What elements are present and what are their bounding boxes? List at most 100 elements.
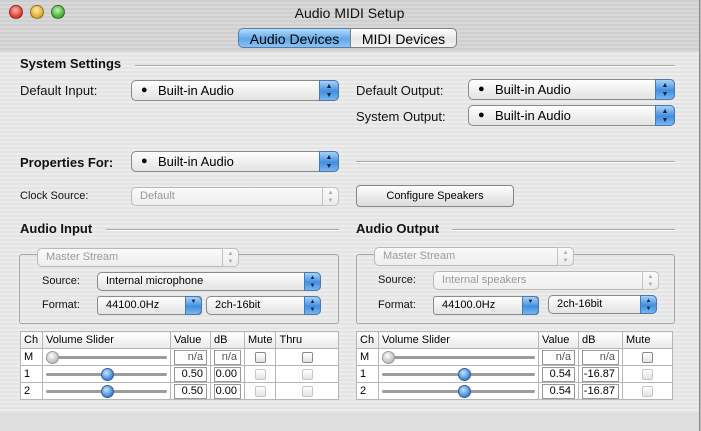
slider-knob[interactable] xyxy=(46,350,59,364)
input-source-popup[interactable]: Internal microphone ▲ ▼ xyxy=(97,272,321,291)
output-volume-table: Ch Volume Slider Value dB Mute Mn/a n/a 1 0… xyxy=(356,331,673,400)
system-settings-heading: System Settings xyxy=(20,56,122,71)
value-field[interactable]: 0.50 xyxy=(174,383,207,399)
mute-cell[interactable] xyxy=(622,382,673,400)
thru-checkbox[interactable] xyxy=(301,368,313,380)
db-field[interactable]: 0.00 xyxy=(214,366,241,382)
output-format-bits-popup[interactable]: 2ch-16bit ▲ ▼ xyxy=(548,295,657,314)
input-volume-table: Ch Volume Slider Value dB Mute Thru Mn/a… xyxy=(20,331,339,400)
db-field[interactable]: 0.00 xyxy=(214,383,241,399)
slider-track[interactable] xyxy=(46,350,167,365)
value-cell[interactable]: 0.54 xyxy=(538,382,579,400)
value-cell[interactable]: 0.54 xyxy=(538,365,579,383)
db-cell[interactable]: n/a xyxy=(210,348,245,366)
input-format-label: Format: xyxy=(42,299,80,311)
db-cell[interactable]: -16.87 xyxy=(578,365,623,383)
output-format-rate-combo[interactable]: 44100.0Hz ▼ xyxy=(433,296,539,315)
mute-checkbox[interactable] xyxy=(254,385,266,397)
mute-checkbox[interactable] xyxy=(642,385,653,397)
value-field[interactable]: 0.54 xyxy=(542,366,575,382)
slider-track[interactable] xyxy=(382,384,535,399)
mute-cell[interactable] xyxy=(243,382,277,400)
table-row: 1 0.54 -16.87 xyxy=(356,365,673,383)
tab-midi-devices[interactable]: MIDI Devices xyxy=(350,28,457,48)
chevron-down-icon: ▼ xyxy=(522,296,539,315)
slider-knob[interactable] xyxy=(458,367,472,381)
output-format-label: Format: xyxy=(378,299,416,311)
clock-source-popup[interactable]: Default ▲ ▼ xyxy=(131,187,339,206)
input-format-rate-value: 44100.0Hz xyxy=(106,299,160,311)
configure-speakers-button[interactable]: Configure Speakers xyxy=(356,185,514,207)
db-field[interactable]: -16.87 xyxy=(582,383,619,399)
properties-for-popup[interactable]: ● Built-in Audio ▲ ▼ xyxy=(131,151,339,172)
thru-cell[interactable] xyxy=(275,382,339,400)
volume-slider[interactable] xyxy=(42,348,171,366)
default-input-popup[interactable]: ● Built-in Audio ▲ ▼ xyxy=(131,80,339,101)
slider-track[interactable] xyxy=(382,350,535,365)
default-input-value: Built-in Audio xyxy=(158,83,234,98)
slider-track[interactable] xyxy=(382,367,535,382)
updown-arrows-icon: ▲ ▼ xyxy=(642,271,659,290)
volume-slider[interactable] xyxy=(378,382,539,400)
volume-slider[interactable] xyxy=(42,382,171,400)
mute-checkbox[interactable] xyxy=(254,351,266,363)
thru-checkbox[interactable] xyxy=(301,385,313,397)
input-format-bits-popup[interactable]: 2ch-16bit ▲ ▼ xyxy=(206,296,321,315)
properties-for-value: Built-in Audio xyxy=(158,154,234,169)
volume-slider[interactable] xyxy=(378,365,539,383)
thru-cell[interactable] xyxy=(275,348,339,366)
updown-arrows-icon: ▲ ▼ xyxy=(640,295,657,314)
value-field[interactable]: n/a xyxy=(542,349,575,365)
slider-knob[interactable] xyxy=(100,367,114,381)
table-header-row: Ch Volume Slider Value dB Mute xyxy=(356,331,673,349)
system-output-popup[interactable]: ● Built-in Audio ▲ ▼ xyxy=(468,105,675,126)
db-cell[interactable]: n/a xyxy=(578,348,623,366)
slider-knob[interactable] xyxy=(100,384,114,398)
db-cell[interactable]: 0.00 xyxy=(210,382,245,400)
mute-cell[interactable] xyxy=(243,365,277,383)
slider-track[interactable] xyxy=(46,384,167,399)
output-rows: Mn/a n/a 1 0.54 -16.87 2 0.54 -16.87 xyxy=(356,348,673,400)
input-format-rate-combo[interactable]: 44100.0Hz ▼ xyxy=(97,296,202,315)
mute-cell[interactable] xyxy=(243,348,277,366)
slider-track[interactable] xyxy=(46,367,167,382)
channel-label: M xyxy=(356,348,379,366)
value-cell[interactable]: n/a xyxy=(170,348,211,366)
db-field[interactable]: n/a xyxy=(214,349,241,365)
tab-audio-devices[interactable]: Audio Devices xyxy=(238,28,351,48)
mute-cell[interactable] xyxy=(622,348,673,366)
value-cell[interactable]: 0.50 xyxy=(170,382,211,400)
mute-checkbox[interactable] xyxy=(642,368,653,380)
output-stream-popup[interactable]: Master Stream ▲ ▼ xyxy=(374,247,574,266)
audio-input-heading: Audio Input xyxy=(20,221,93,236)
channel-label: 1 xyxy=(356,365,379,383)
volume-slider[interactable] xyxy=(42,365,171,383)
db-field[interactable]: n/a xyxy=(582,349,619,365)
value-field[interactable]: 0.50 xyxy=(174,366,207,382)
value-field[interactable]: 0.54 xyxy=(542,383,575,399)
slider-line xyxy=(382,355,535,359)
thru-checkbox[interactable] xyxy=(301,351,313,363)
db-cell[interactable]: -16.87 xyxy=(578,382,623,400)
output-source-label: Source: xyxy=(378,274,416,286)
volume-slider[interactable] xyxy=(378,348,539,366)
updown-arrows-icon: ▲ ▼ xyxy=(304,296,321,315)
input-stream-popup[interactable]: Master Stream ▲ ▼ xyxy=(37,248,239,267)
db-cell[interactable]: 0.00 xyxy=(210,365,245,383)
slider-knob[interactable] xyxy=(458,384,472,398)
mute-cell[interactable] xyxy=(622,365,673,383)
slider-knob[interactable] xyxy=(382,350,395,364)
default-output-popup[interactable]: ● Built-in Audio ▲ ▼ xyxy=(468,79,675,100)
output-source-popup[interactable]: Internal speakers ▲ ▼ xyxy=(433,271,659,290)
value-cell[interactable]: 0.50 xyxy=(170,365,211,383)
updown-arrows-icon: ▲ ▼ xyxy=(222,248,239,267)
value-field[interactable]: n/a xyxy=(174,349,207,365)
mute-checkbox[interactable] xyxy=(642,351,653,363)
default-input-label: Default Input: xyxy=(20,83,98,98)
updown-arrows-icon: ▲ ▼ xyxy=(319,151,339,172)
value-cell[interactable]: n/a xyxy=(538,348,579,366)
db-field[interactable]: -16.87 xyxy=(582,366,619,382)
thru-cell[interactable] xyxy=(275,365,339,383)
updown-arrows-icon: ▲ ▼ xyxy=(322,187,339,206)
mute-checkbox[interactable] xyxy=(254,368,266,380)
